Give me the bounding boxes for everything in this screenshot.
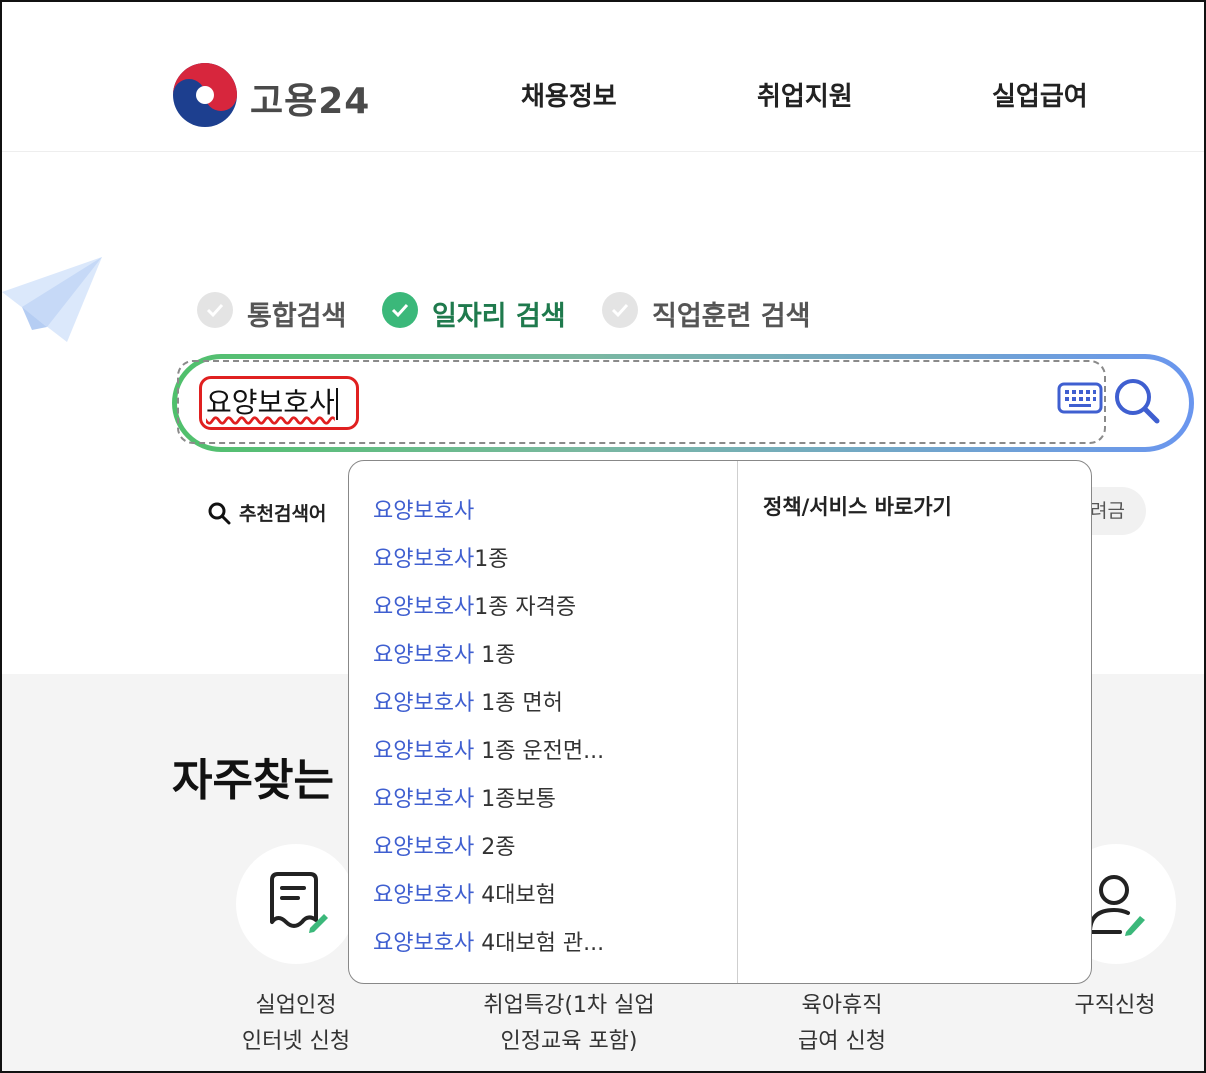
site-header: 고용24 채용정보 취업지원 실업급여 bbox=[2, 2, 1204, 152]
nav-unemployment-benefit[interactable]: 실업급여 bbox=[992, 76, 1088, 113]
policy-shortcut-title: 정책/서비스 바로가기 bbox=[763, 495, 952, 519]
check-circle-icon bbox=[602, 292, 638, 328]
suggestion-item[interactable]: 요양보호사 1종 bbox=[373, 637, 515, 669]
suggestion-item[interactable]: 요양보호사 1종보통 bbox=[373, 781, 556, 813]
service-label[interactable]: 실업인정 인터넷 신청 bbox=[176, 988, 416, 1060]
suggestion-item[interactable]: 요양보호사 1종 면허 bbox=[373, 685, 563, 717]
search-query-text: 요양보호사 bbox=[206, 386, 335, 419]
service-label-line1: 실업인정 bbox=[255, 993, 337, 1018]
service-label-line2: 인터넷 신청 bbox=[241, 1029, 351, 1054]
user-edit-icon bbox=[1088, 875, 1145, 936]
service-label-line2: 급여 신청 bbox=[798, 1029, 886, 1054]
taegeuk-logo-icon bbox=[173, 63, 237, 127]
tab-training-search[interactable]: 직업훈련 검색 bbox=[602, 290, 832, 332]
tab-integrated-search[interactable]: 통합검색 bbox=[197, 290, 367, 332]
logo-text: 고용24 bbox=[250, 81, 371, 122]
document-edit-icon bbox=[270, 872, 328, 933]
tab-label: 통합검색 bbox=[247, 301, 347, 332]
browser-viewport: 고용24 채용정보 취업지원 실업급여 통합검색 일자리 검색 직업훈련 검색 … bbox=[0, 0, 1206, 1073]
suggestion-item[interactable]: 요양보호사1종 자격증 bbox=[373, 589, 576, 621]
nav-employment-support[interactable]: 취업지원 bbox=[757, 76, 853, 113]
service-label-line1: 구직신청 bbox=[1074, 993, 1156, 1018]
tab-job-search[interactable]: 일자리 검색 bbox=[382, 290, 582, 332]
search-icon[interactable] bbox=[1112, 376, 1162, 426]
suggestion-item[interactable]: 요양보호사 4대보험 bbox=[373, 877, 556, 909]
suggestion-item[interactable]: 요양보호사 bbox=[373, 493, 474, 525]
service-label[interactable]: 취업특강(1차 실업 인정교육 포함) bbox=[449, 988, 689, 1060]
dropdown-divider bbox=[737, 461, 738, 983]
text-caret bbox=[335, 388, 338, 420]
service-label-line2: 인정교육 포함) bbox=[500, 1029, 638, 1054]
autocomplete-dropdown: 요양보호사 요양보호사1종 요양보호사1종 자격증 요양보호사 1종 요양보호사… bbox=[348, 460, 1092, 984]
suggestion-item[interactable]: 요양보호사 2종 bbox=[373, 829, 515, 861]
paper-plane-icon bbox=[2, 257, 102, 342]
tab-label: 직업훈련 검색 bbox=[652, 301, 811, 332]
nav-job-info[interactable]: 채용정보 bbox=[521, 76, 617, 113]
suggestion-item[interactable]: 요양보호사1종 bbox=[373, 541, 508, 573]
search-icon bbox=[208, 502, 231, 525]
tab-label: 일자리 검색 bbox=[432, 301, 566, 332]
service-label-line1: 육아휴직 bbox=[801, 993, 883, 1018]
suggestion-item[interactable]: 요양보호사 1종 운전면... bbox=[373, 733, 604, 765]
check-circle-icon bbox=[382, 292, 418, 328]
service-label-line1: 취업특강(1차 실업 bbox=[483, 993, 655, 1018]
keyboard-icon[interactable] bbox=[1057, 382, 1103, 416]
search-input[interactable]: 요양보호사 bbox=[199, 376, 359, 430]
site-logo[interactable]: 고용24 bbox=[172, 62, 382, 128]
recommended-label: 추천검색어 bbox=[239, 503, 327, 525]
suggestion-item[interactable]: 요양보호사 4대보험 관... bbox=[373, 925, 604, 957]
service-icon-unemployment-recognition[interactable] bbox=[236, 844, 356, 964]
service-label[interactable]: 육아휴직 급여 신청 bbox=[722, 988, 962, 1060]
service-label[interactable]: 구직신청 bbox=[995, 988, 1204, 1024]
check-circle-icon bbox=[197, 292, 233, 328]
